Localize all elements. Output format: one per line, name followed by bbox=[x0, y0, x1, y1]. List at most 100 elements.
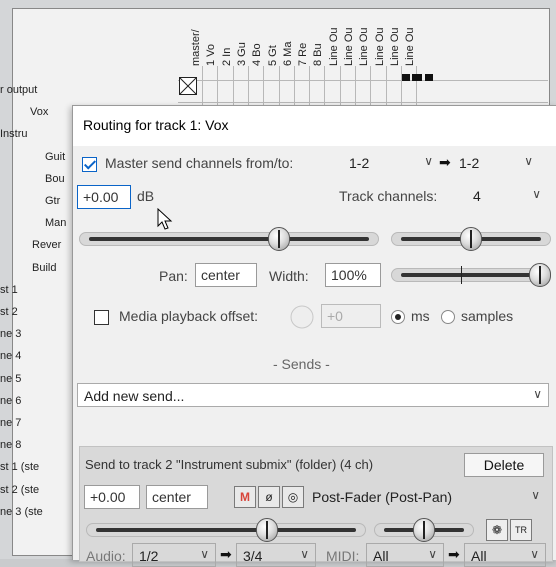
matrix-row-label[interactable]: Rever bbox=[32, 239, 61, 251]
audio-from-value: 1/2 bbox=[139, 548, 159, 564]
matrix-row-label[interactable]: Man bbox=[45, 217, 66, 229]
samples-label: samples bbox=[461, 308, 514, 324]
to-channels-value: 1-2 bbox=[459, 155, 480, 171]
media-offset-label: Media playback offset: bbox=[119, 308, 259, 324]
send-volume-slider[interactable] bbox=[86, 517, 366, 543]
window-title: Routing for track 1: Vox bbox=[83, 117, 229, 133]
media-offset-checkbox[interactable] bbox=[94, 310, 109, 325]
matrix-column-header: 1 Vo bbox=[205, 14, 219, 66]
width-field[interactable]: 100% bbox=[325, 263, 381, 287]
audio-label: Audio: bbox=[86, 548, 126, 564]
matrix-active-cell[interactable] bbox=[402, 74, 410, 81]
matrix-row-label[interactable]: ne 8 bbox=[0, 439, 21, 451]
track-channels-label: Track channels: bbox=[339, 188, 438, 204]
slider-knob-icon[interactable] bbox=[529, 263, 551, 287]
master-send-from-dropdown[interactable]: 1-2 ∨ bbox=[343, 151, 439, 175]
slider-knob-icon[interactable] bbox=[268, 227, 291, 251]
matrix-row-label[interactable]: Vox bbox=[30, 106, 48, 118]
width-slider[interactable] bbox=[391, 262, 551, 288]
add-send-label: Add new send... bbox=[84, 388, 185, 404]
matrix-active-cell[interactable] bbox=[425, 74, 433, 81]
send-mono-button[interactable]: ◎ bbox=[282, 486, 304, 508]
send-phase-button[interactable]: ø bbox=[258, 486, 280, 508]
matrix-column-label: 5 Gt bbox=[266, 45, 279, 66]
delete-send-button[interactable]: Delete bbox=[464, 453, 544, 477]
send-volume-value: +0.00 bbox=[90, 489, 126, 505]
matrix-row-label[interactable]: Build bbox=[32, 262, 56, 274]
width-value: 100% bbox=[331, 267, 367, 283]
send-pan-slider[interactable] bbox=[374, 517, 474, 543]
ms-radio[interactable] bbox=[391, 310, 405, 324]
matrix-row-label[interactable]: ne 3 bbox=[0, 328, 21, 340]
matrix-column-header: 4 Bo bbox=[251, 14, 265, 66]
matrix-column-label: Line Ou bbox=[373, 27, 386, 66]
add-send-dropdown[interactable]: Add new send... ∨ bbox=[77, 383, 549, 407]
audio-from-dropdown[interactable]: 1/2 ∨ bbox=[132, 543, 216, 567]
midi-from-dropdown[interactable]: All ∨ bbox=[366, 543, 444, 567]
matrix-row-label[interactable]: st 2 (ste bbox=[0, 484, 39, 496]
master-send-checkbox[interactable] bbox=[82, 157, 97, 172]
matrix-row-label[interactable]: st 1 bbox=[0, 284, 18, 296]
pan-value: center bbox=[201, 267, 240, 283]
matrix-column-label: Line Ou bbox=[404, 27, 417, 66]
volume-slider[interactable] bbox=[79, 226, 379, 252]
matrix-row-label[interactable]: Bou bbox=[45, 173, 65, 185]
width-label: Width: bbox=[269, 268, 309, 284]
volume-unit: dB bbox=[137, 188, 155, 204]
matrix-row-label[interactable]: Gtr bbox=[45, 195, 60, 207]
arrow-right-icon: ➡ bbox=[220, 546, 232, 562]
matrix-column-header: Line Ou bbox=[328, 14, 342, 66]
tr-icon[interactable]: TR bbox=[510, 519, 532, 541]
pan-field[interactable]: center bbox=[195, 263, 257, 287]
midi-to-value: All bbox=[471, 548, 487, 564]
pan-slider[interactable] bbox=[391, 226, 551, 252]
chevron-down-icon: ∨ bbox=[533, 387, 542, 401]
volume-field[interactable]: +0.00 bbox=[77, 185, 131, 209]
matrix-column-label: Line Ou bbox=[388, 27, 401, 66]
matrix-column-header: Line Ou bbox=[404, 14, 418, 66]
media-offset-value: +0 bbox=[327, 308, 343, 324]
matrix-row-label[interactable]: ne 7 bbox=[0, 417, 21, 429]
send-mute-button[interactable]: M bbox=[234, 486, 256, 508]
matrix-column-header: 8 Bu bbox=[312, 14, 326, 66]
audio-to-dropdown[interactable]: 3/4 ∨ bbox=[236, 543, 316, 567]
matrix-grid-line bbox=[178, 102, 548, 104]
midi-to-dropdown[interactable]: All ∨ bbox=[464, 543, 546, 567]
audio-to-value: 3/4 bbox=[243, 548, 263, 564]
send-volume-field[interactable]: +0.00 bbox=[84, 485, 140, 509]
slider-knob-icon[interactable] bbox=[460, 227, 482, 251]
phase-icon: ø bbox=[265, 490, 273, 504]
fx-icon[interactable]: ❁ bbox=[486, 519, 508, 541]
track-channels-dropdown[interactable]: 4 ∨ bbox=[467, 184, 547, 208]
matrix-row-label[interactable]: st 2 bbox=[0, 306, 18, 318]
matrix-master-cell-icon[interactable] bbox=[179, 77, 197, 95]
matrix-column-label: 7 Re bbox=[297, 42, 310, 66]
offset-knob-icon[interactable] bbox=[289, 304, 315, 330]
midi-from-value: All bbox=[373, 548, 389, 564]
slider-groove bbox=[89, 237, 369, 241]
pan-label: Pan: bbox=[159, 268, 188, 284]
send-mode-dropdown[interactable]: Post-Fader (Post-Pan) ∨ bbox=[306, 485, 546, 509]
matrix-row-label[interactable]: Guit bbox=[45, 151, 65, 163]
send-pan-field[interactable]: center bbox=[146, 485, 208, 509]
matrix-active-cell[interactable] bbox=[412, 74, 422, 81]
matrix-row-label[interactable]: ne 3 (ste bbox=[0, 506, 43, 518]
matrix-column-label: Line Ou bbox=[343, 27, 355, 66]
matrix-column-label: 4 Bo bbox=[251, 43, 264, 66]
media-offset-field[interactable]: +0 bbox=[321, 304, 381, 328]
matrix-row-label[interactable]: r output bbox=[0, 84, 37, 96]
matrix-row-label[interactable]: ne 6 bbox=[0, 395, 21, 407]
master-send-to-dropdown[interactable]: 1-2 ∨ bbox=[453, 151, 539, 175]
matrix-row-label[interactable]: st 1 (ste bbox=[0, 461, 39, 473]
matrix-row-label[interactable]: Instru bbox=[0, 128, 28, 140]
matrix-row-label[interactable]: ne 4 bbox=[0, 350, 21, 362]
slider-knob-icon[interactable] bbox=[256, 518, 279, 542]
samples-radio[interactable] bbox=[441, 310, 455, 324]
slider-center-mark bbox=[461, 266, 462, 284]
matrix-column-label: 2 In bbox=[220, 47, 233, 66]
slider-knob-icon[interactable] bbox=[413, 518, 435, 542]
send-panel: Send to track 2 "Instrument submix" (fol… bbox=[79, 446, 553, 567]
matrix-row-label[interactable]: ne 5 bbox=[0, 373, 21, 385]
window-titlebar[interactable]: Routing for track 1: Vox bbox=[73, 106, 556, 146]
matrix-column-label: Line Ou bbox=[327, 27, 340, 66]
